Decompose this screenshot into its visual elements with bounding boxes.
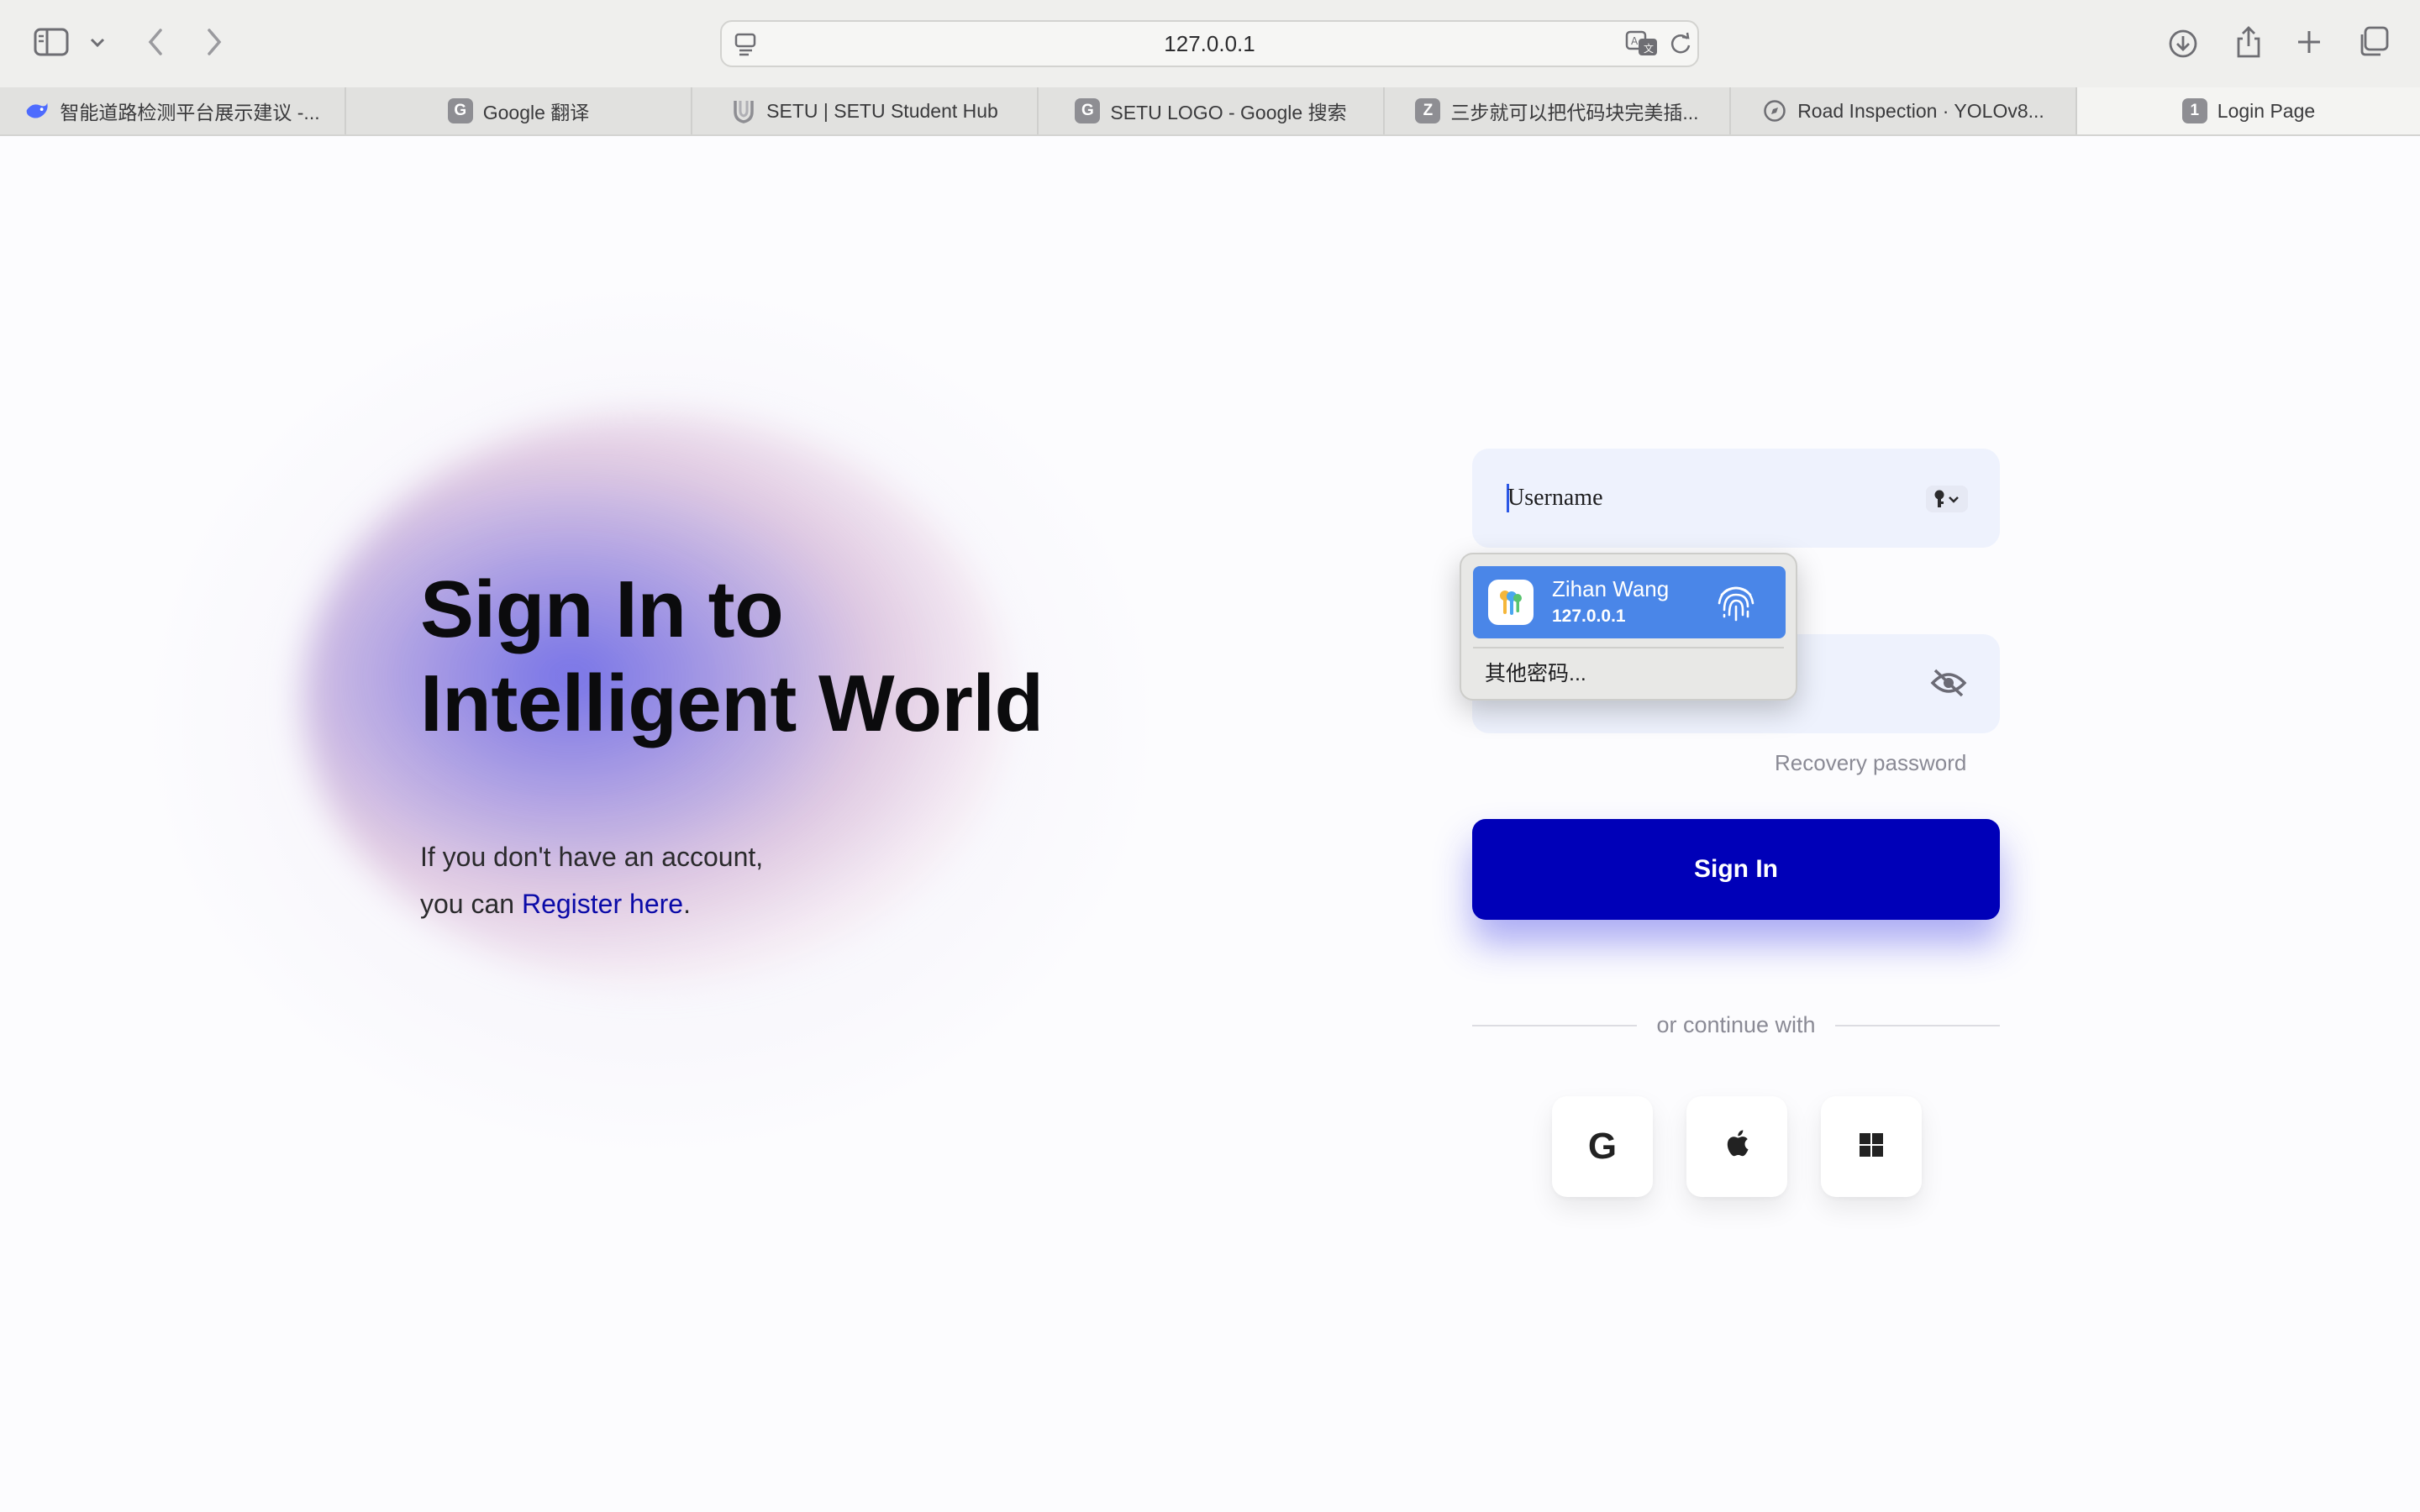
key-autofill-icon[interactable] — [1926, 486, 1968, 512]
url-text: 127.0.0.1 — [1164, 31, 1255, 56]
register-prompt-line-1: If you don't have an account, — [420, 842, 764, 872]
downloads-icon[interactable] — [2166, 27, 2200, 60]
tab-overview-icon[interactable] — [2356, 25, 2390, 59]
new-tab-plus-icon[interactable] — [2294, 27, 2324, 57]
username-field[interactable]: Username — [1472, 449, 2000, 548]
google-favicon-icon: G — [1075, 98, 1101, 123]
chevron-down-icon[interactable] — [87, 34, 108, 52]
register-prompt: If you don't have an account, you can Re… — [420, 833, 763, 927]
passwords-app-icon — [1488, 580, 1534, 625]
svg-text:文: 文 — [1644, 42, 1654, 55]
headline-line-2: Intelligent World — [420, 659, 1044, 748]
register-prompt-suffix: . — [683, 889, 691, 919]
svg-text:A: A — [1631, 35, 1639, 47]
tab-label: Road Inspection · YOLOv8... — [1797, 99, 2044, 122]
register-prompt-prefix: you can — [420, 889, 522, 919]
translate-icon[interactable]: A文 — [1625, 30, 1659, 61]
login-favicon-icon: 1 — [2181, 98, 2207, 123]
tab-code-block[interactable]: Z 三步就可以把代码块完美插... — [1385, 87, 1731, 134]
back-arrow-icon[interactable] — [141, 25, 170, 59]
sign-in-button[interactable]: Sign In — [1472, 819, 2000, 920]
apple-icon — [1724, 1128, 1749, 1166]
tab-google-translate[interactable]: G Google 翻译 — [346, 87, 692, 134]
share-icon[interactable] — [2232, 24, 2265, 60]
setu-shield-icon — [731, 98, 756, 123]
page-title: Sign In to Intelligent World — [420, 563, 1044, 751]
zhihu-favicon-icon: Z — [1415, 98, 1441, 123]
sidebar-toggle-icon[interactable] — [32, 25, 71, 59]
compass-icon — [1762, 98, 1787, 123]
windows-icon — [1859, 1128, 1884, 1166]
recovery-password-link[interactable]: Recovery password — [1775, 750, 1966, 776]
forward-arrow-icon[interactable] — [200, 25, 229, 59]
headline-line-1: Sign In to — [420, 564, 784, 654]
google-favicon-icon: G — [447, 98, 473, 123]
deepseek-whale-icon — [24, 98, 50, 123]
credential-username: Zihan Wang — [1552, 576, 1670, 601]
address-bar[interactable]: 127.0.0.1 A文 — [720, 20, 1699, 67]
google-icon: G — [1587, 1126, 1618, 1167]
password-autofill-popup: Zihan Wang 127.0.0.1 其他密码... — [1460, 553, 1797, 701]
username-value: Username — [1507, 485, 1603, 511]
tab-label: 三步就可以把代码块完美插... — [1450, 102, 1699, 123]
browser-toolbar: 127.0.0.1 A文 — [0, 0, 2420, 87]
tab-label: 智能道路检测平台展示建议 -... — [60, 102, 320, 123]
apple-login-button[interactable] — [1686, 1096, 1787, 1197]
tab-label: SETU | SETU Student Hub — [766, 99, 998, 122]
eye-off-icon[interactable] — [1930, 668, 1967, 702]
register-prompt-line-2: you can Register here. — [420, 880, 763, 927]
windows-login-button[interactable] — [1821, 1096, 1922, 1197]
tab-login-page[interactable]: 1 Login Page — [2077, 87, 2420, 134]
other-passwords-item[interactable]: 其他密码... — [1485, 657, 1586, 687]
tab-setu-logo-search[interactable]: G SETU LOGO - Google 搜索 — [1039, 87, 1385, 134]
tab-deepseek[interactable]: 智能道路检测平台展示建议 -... — [0, 87, 346, 134]
google-login-button[interactable]: G — [1552, 1096, 1653, 1197]
popup-divider — [1473, 647, 1784, 648]
credential-host: 127.0.0.1 — [1552, 606, 1626, 626]
or-continue-divider: or continue with — [1472, 1011, 2000, 1039]
tab-setu-hub[interactable]: SETU | SETU Student Hub — [692, 87, 1039, 134]
register-link[interactable]: Register here — [522, 889, 683, 919]
saved-credential-item[interactable]: Zihan Wang 127.0.0.1 — [1473, 566, 1786, 638]
tab-label: SETU LOGO - Google 搜索 — [1110, 102, 1347, 123]
tab-label: Google 翻译 — [482, 102, 590, 123]
login-page: Sign In to Intelligent World If you don'… — [0, 136, 2420, 1512]
divider-line-right — [1835, 1025, 2000, 1026]
fingerprint-icon — [1712, 578, 1760, 631]
reload-icon[interactable] — [1669, 32, 1692, 60]
tab-road-inspection[interactable]: Road Inspection · YOLOv8... — [1731, 87, 2077, 134]
tab-label: Login Page — [2217, 99, 2316, 122]
tab-bar: 智能道路检测平台展示建议 -... G Google 翻译 SETU | SET… — [0, 87, 2420, 136]
